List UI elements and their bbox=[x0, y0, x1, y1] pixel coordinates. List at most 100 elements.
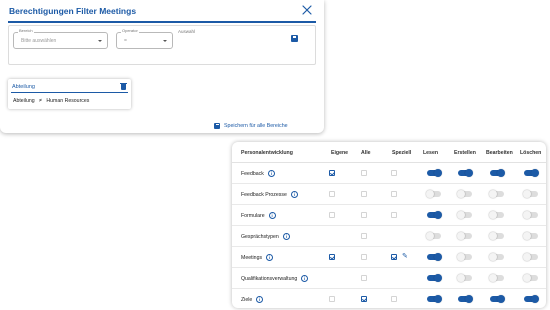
filter-dialog: Berechtigungen Filter Meetings Bereich B… bbox=[0, 0, 324, 133]
toggle-bearbeiten[interactable] bbox=[489, 253, 504, 261]
toggle-erstellen[interactable] bbox=[458, 295, 473, 303]
toggle-bearbeiten[interactable] bbox=[490, 169, 505, 177]
row-name: Qualifikationsverwaltung i bbox=[241, 275, 309, 282]
info-icon[interactable]: i bbox=[268, 212, 276, 219]
table-row: Feedback i bbox=[232, 163, 546, 184]
checkbox-alle[interactable] bbox=[361, 212, 367, 218]
toggle-erstellen[interactable] bbox=[458, 169, 473, 177]
row-name: Meetings i bbox=[241, 254, 274, 261]
checkbox-alle[interactable] bbox=[361, 254, 367, 260]
bereich-label: Bereich bbox=[18, 28, 34, 33]
toggle-erstellen[interactable] bbox=[457, 253, 472, 261]
checkbox-speziell[interactable] bbox=[391, 254, 397, 260]
toggle-bearbeiten[interactable] bbox=[489, 211, 504, 219]
header-lesen: Lesen bbox=[423, 150, 438, 156]
toggle-loeschen[interactable] bbox=[523, 253, 538, 261]
toggle-lesen[interactable] bbox=[426, 232, 441, 240]
checkbox-speziell[interactable] bbox=[391, 296, 397, 302]
row-label: Formulare bbox=[241, 212, 265, 219]
toggle-bearbeiten[interactable] bbox=[489, 232, 504, 240]
toggle-loeschen[interactable] bbox=[523, 232, 538, 240]
info-icon[interactable]: i bbox=[301, 275, 309, 282]
rule-value: Human Resources bbox=[46, 98, 90, 104]
checkbox-eigene[interactable] bbox=[329, 212, 335, 218]
toggle-lesen[interactable] bbox=[427, 274, 442, 282]
row-label: Gesprächstypen bbox=[241, 233, 279, 240]
header-eigene: Eigene bbox=[331, 150, 349, 156]
header-alle: Alle bbox=[361, 150, 371, 156]
table-header: Personalentwicklung Eigene Alle Speziell… bbox=[232, 142, 546, 163]
filter-row: Bereich Bitte auswählen Operator = Auswa… bbox=[8, 25, 316, 65]
toggle-erstellen[interactable] bbox=[457, 190, 472, 198]
info-icon[interactable]: i bbox=[282, 233, 290, 240]
checkbox-alle[interactable] bbox=[361, 275, 367, 281]
toggle-lesen[interactable] bbox=[427, 211, 442, 219]
checkbox-alle[interactable] bbox=[361, 296, 367, 302]
checkbox-speziell[interactable] bbox=[391, 212, 397, 218]
toggle-loeschen[interactable] bbox=[523, 190, 538, 198]
header-speziell: Speziell bbox=[392, 150, 412, 156]
close-icon[interactable] bbox=[302, 5, 312, 15]
info-icon[interactable]: i bbox=[267, 170, 275, 177]
row-label: Feedback bbox=[241, 170, 264, 177]
table-row: Qualifikationsverwaltung i bbox=[232, 268, 546, 289]
header-personalentwicklung: Personalentwicklung bbox=[241, 150, 293, 156]
save-icon[interactable] bbox=[291, 35, 298, 42]
info-icon[interactable]: i bbox=[266, 254, 274, 261]
info-icon[interactable]: i bbox=[290, 191, 298, 198]
header-loeschen: Löschen bbox=[520, 150, 542, 156]
toggle-bearbeiten[interactable] bbox=[490, 295, 505, 303]
toggle-lesen[interactable] bbox=[426, 190, 441, 198]
department-rule-title: Abteilung bbox=[12, 84, 35, 90]
checkbox-speziell[interactable] bbox=[391, 191, 397, 197]
checkbox-eigene[interactable] bbox=[329, 170, 335, 176]
chevron-down-icon bbox=[163, 40, 167, 42]
toggle-loeschen[interactable] bbox=[524, 169, 539, 177]
row-label: Meetings bbox=[241, 254, 263, 261]
toggle-erstellen[interactable] bbox=[457, 274, 472, 282]
header-erstellen: Erstellen bbox=[454, 150, 476, 156]
table-row: Meetings i ✎ bbox=[232, 247, 546, 268]
info-icon[interactable]: i bbox=[256, 296, 264, 303]
bereich-select[interactable]: Bereich Bitte auswählen bbox=[13, 28, 108, 49]
save-all-button[interactable]: Speichern für alle Bereiche bbox=[214, 117, 288, 135]
row-name: Gesprächstypen i bbox=[241, 233, 290, 240]
toggle-erstellen[interactable] bbox=[457, 232, 472, 240]
chevron-down-icon bbox=[98, 40, 102, 42]
toggle-lesen[interactable] bbox=[427, 169, 442, 177]
row-name: Feedback Prozesse i bbox=[241, 191, 298, 198]
title-divider bbox=[8, 21, 316, 23]
operator-label: Operator bbox=[121, 28, 139, 33]
header-bearbeiten: Bearbeiten bbox=[486, 150, 513, 156]
toggle-lesen[interactable] bbox=[427, 253, 442, 261]
checkbox-alle[interactable] bbox=[361, 233, 367, 239]
rule-field: Abteilung bbox=[13, 98, 35, 104]
toggle-loeschen[interactable] bbox=[523, 211, 538, 219]
row-label: Ziele bbox=[241, 296, 253, 303]
save-icon bbox=[214, 122, 220, 129]
checkbox-eigene[interactable] bbox=[329, 254, 335, 260]
checkbox-eigene[interactable] bbox=[329, 191, 335, 197]
checkbox-eigene[interactable] bbox=[329, 296, 335, 302]
row-label: Feedback Prozesse bbox=[241, 191, 287, 198]
operator-value: = bbox=[124, 38, 127, 44]
toggle-bearbeiten[interactable] bbox=[489, 274, 504, 282]
bereich-placeholder: Bitte auswählen bbox=[21, 38, 57, 44]
checkbox-alle[interactable] bbox=[361, 191, 367, 197]
toggle-lesen[interactable] bbox=[427, 295, 442, 303]
toggle-erstellen[interactable] bbox=[457, 211, 472, 219]
table-row: Gesprächstypen i bbox=[232, 226, 546, 247]
table-row: Formulare i bbox=[232, 205, 546, 226]
checkbox-alle[interactable] bbox=[361, 170, 367, 176]
department-rule: Abteilung ≠ Human Resources bbox=[13, 98, 92, 104]
toggle-loeschen[interactable] bbox=[523, 274, 538, 282]
operator-select[interactable]: Operator = bbox=[116, 28, 173, 49]
dialog-title: Berechtigungen Filter Meetings bbox=[9, 6, 137, 16]
checkbox-speziell[interactable] bbox=[391, 170, 397, 176]
row-name: Feedback i bbox=[241, 170, 275, 177]
trash-icon[interactable] bbox=[120, 82, 127, 90]
toggle-bearbeiten[interactable] bbox=[489, 190, 504, 198]
pencil-icon[interactable]: ✎ bbox=[402, 252, 408, 260]
toggle-loeschen[interactable] bbox=[524, 295, 539, 303]
rule-operator: ≠ bbox=[39, 98, 42, 104]
